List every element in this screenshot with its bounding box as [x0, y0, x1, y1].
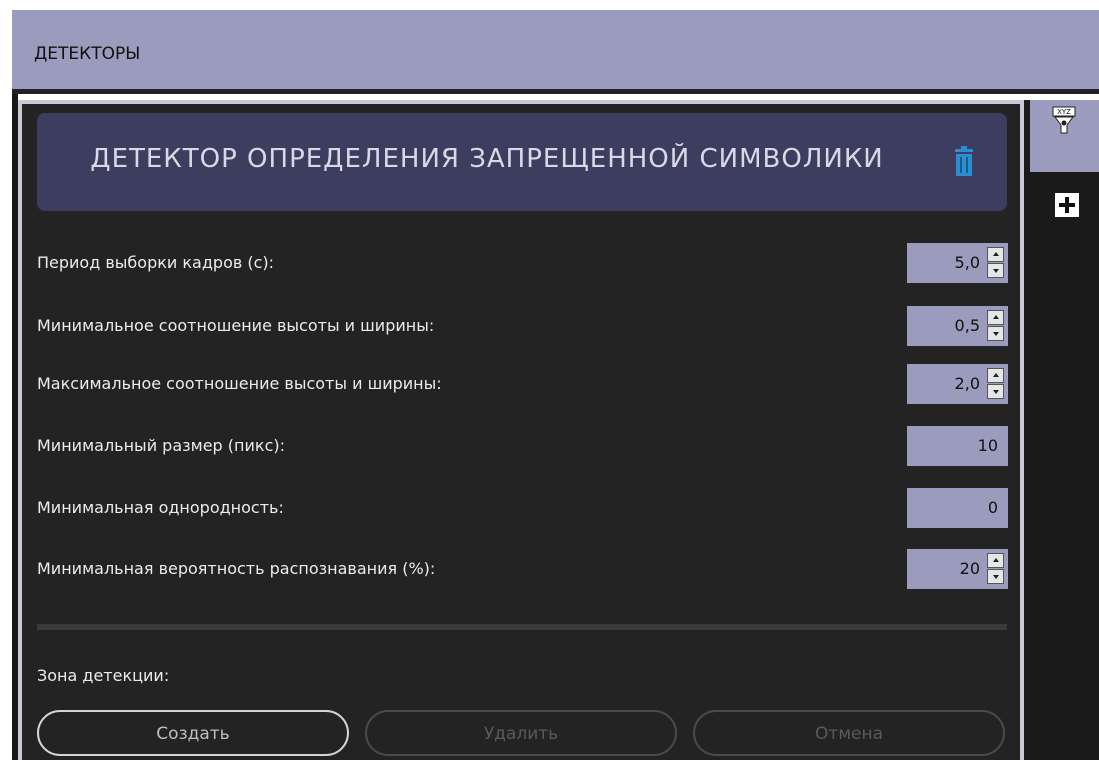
title-bar: ДЕТЕКТОРЫ [12, 10, 1099, 94]
min-aspect-spinbox[interactable]: 0,5 [907, 306, 1008, 346]
svg-text:XYZ: XYZ [1057, 108, 1071, 116]
trash-icon[interactable] [953, 146, 975, 176]
min-size-field[interactable]: 10 [907, 426, 1008, 466]
decrement-arrow-icon[interactable] [987, 326, 1004, 341]
cancel-button[interactable]: Отмена [693, 710, 1005, 756]
spin-arrows [987, 553, 1004, 585]
param-label: Максимальное соотношение высоты и ширины… [37, 374, 442, 393]
max-aspect-spinbox[interactable]: 2,0 [907, 364, 1008, 404]
param-label: Период выборки кадров (с): [37, 253, 275, 272]
field-value[interactable]: 0 [988, 498, 998, 517]
window-title: ДЕТЕКТОРЫ [34, 44, 141, 64]
param-row-frame-period: Период выборки кадров (с): 5,0 [37, 243, 1009, 283]
decrement-arrow-icon[interactable] [987, 263, 1004, 278]
detectors-window: ДЕТЕКТОРЫ ДЕТЕКТОР ОПРЕДЕЛЕНИЯ ЗАПРЕЩЕНН… [0, 0, 1099, 760]
spin-value[interactable]: 2,0 [955, 374, 980, 393]
min-probability-spinbox[interactable]: 20 [907, 549, 1008, 589]
spin-value[interactable]: 0,5 [955, 316, 980, 335]
field-value[interactable]: 10 [978, 436, 998, 455]
param-row-min-probability: Минимальная вероятность распознавания (%… [37, 549, 1009, 589]
create-button[interactable]: Создать [37, 710, 349, 756]
param-row-min-size: Минимальный размер (пикс): 10 [37, 426, 1009, 466]
sidebar-tab-detector[interactable]: XYZ [1030, 100, 1099, 172]
increment-arrow-icon[interactable] [987, 368, 1004, 383]
param-row-min-uniformity: Минимальная однородность: 0 [37, 488, 1009, 528]
spin-value[interactable]: 20 [960, 559, 980, 578]
frame-period-spinbox[interactable]: 5,0 [907, 243, 1008, 283]
param-label: Минимальная однородность: [37, 498, 284, 517]
increment-arrow-icon[interactable] [987, 247, 1004, 262]
spin-value[interactable]: 5,0 [955, 253, 980, 272]
increment-arrow-icon[interactable] [987, 553, 1004, 568]
plus-icon[interactable] [1055, 193, 1079, 217]
param-label: Минимальное соотношение высоты и ширины: [37, 316, 435, 335]
spin-arrows [987, 310, 1004, 342]
detector-header: ДЕТЕКТОР ОПРЕДЕЛЕНИЯ ЗАПРЕЩЕННОЙ СИМВОЛИ… [37, 113, 1007, 211]
decrement-arrow-icon[interactable] [987, 569, 1004, 584]
xyz-sensor-icon: XYZ [1052, 106, 1076, 134]
section-divider [37, 624, 1007, 630]
param-row-max-aspect: Максимальное соотношение высоты и ширины… [37, 364, 1009, 404]
min-uniformity-field[interactable]: 0 [907, 488, 1008, 528]
spin-arrows [987, 247, 1004, 279]
param-label: Минимальная вероятность распознавания (%… [37, 559, 436, 578]
decrement-arrow-icon[interactable] [987, 384, 1004, 399]
param-row-min-aspect: Минимальное соотношение высоты и ширины:… [37, 306, 1009, 346]
increment-arrow-icon[interactable] [987, 310, 1004, 325]
detector-title: ДЕТЕКТОР ОПРЕДЕЛЕНИЯ ЗАПРЕЩЕННОЙ СИМВОЛИ… [90, 144, 884, 174]
spin-arrows [987, 368, 1004, 400]
param-label: Минимальный размер (пикс): [37, 436, 285, 455]
delete-button[interactable]: Удалить [365, 710, 677, 756]
detection-zone-label: Зона детекции: [37, 666, 170, 685]
